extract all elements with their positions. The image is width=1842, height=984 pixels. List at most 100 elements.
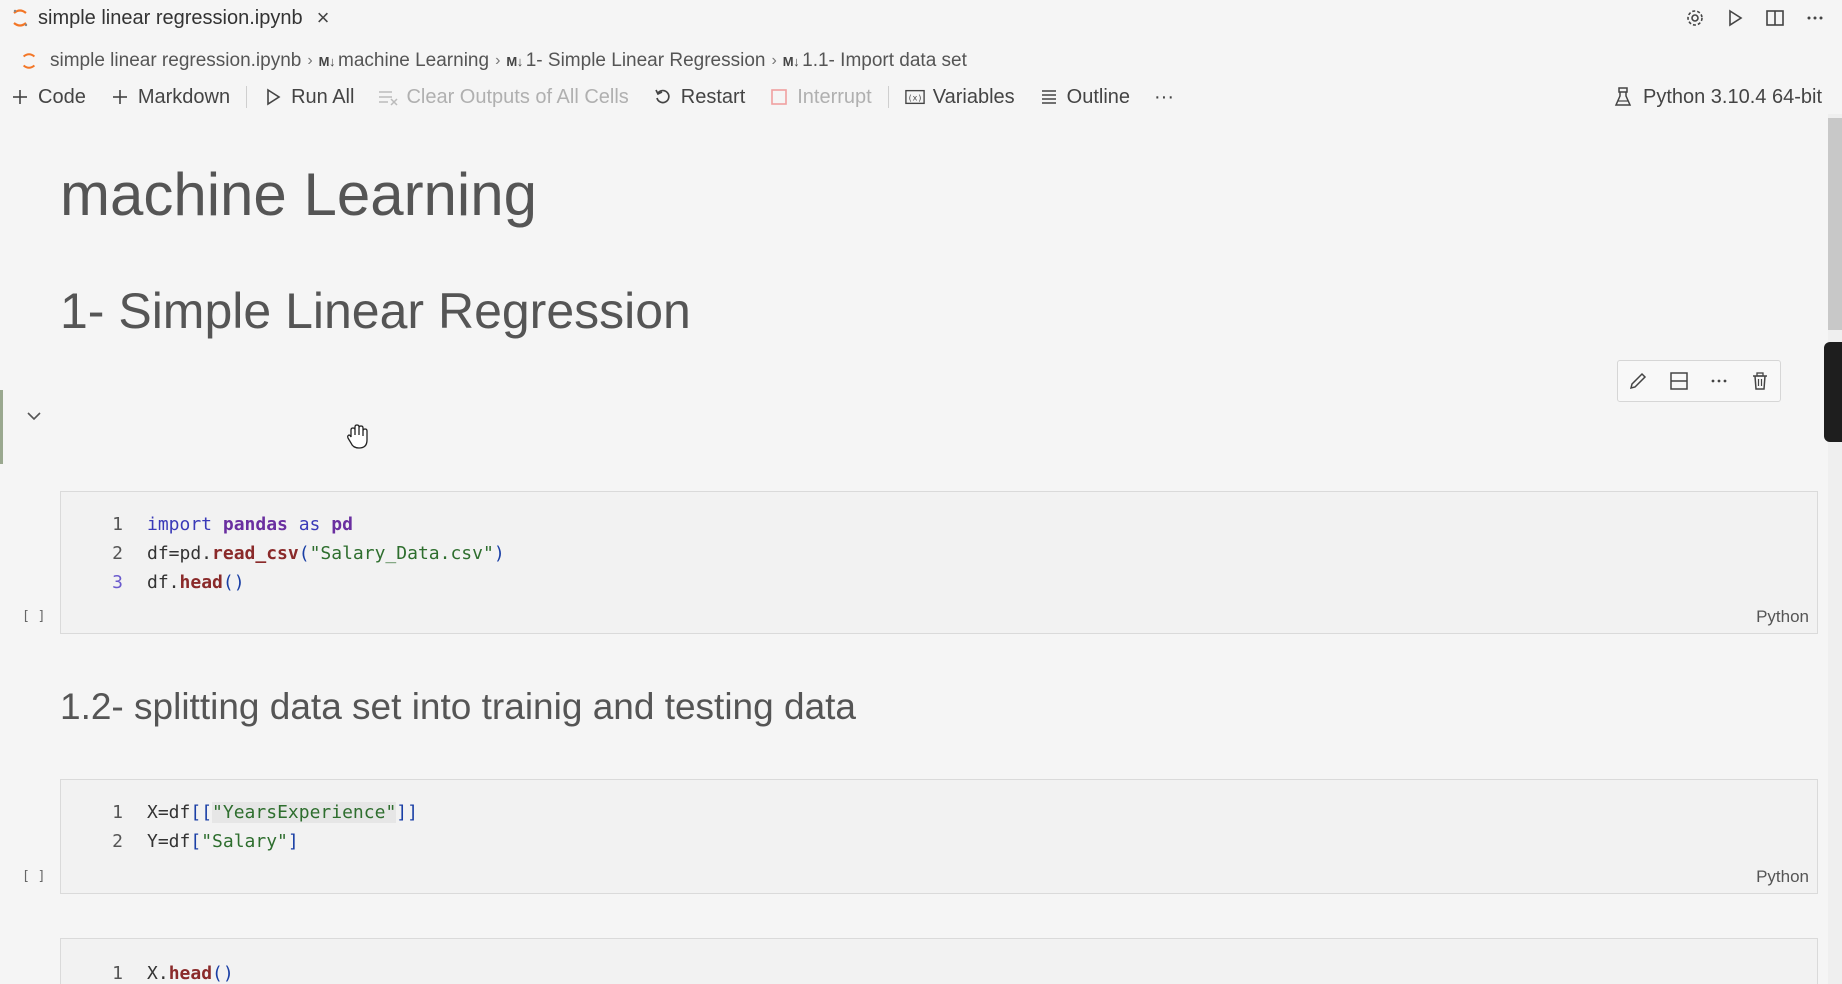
code-cell-split[interactable]: 1 X=df[["YearsExperience"]] 2 Y=df["Salary"… [60, 779, 1818, 894]
tab-simple-linear-regression[interactable]: simple linear regression.ipynb × [0, 0, 341, 36]
overview-ruler-marker [1824, 342, 1842, 442]
scrollbar-thumb[interactable] [1828, 118, 1842, 330]
code-line[interactable]: 2 Y=df["Salary"] [61, 827, 1817, 856]
breadcrumb-item-simple-linear-regression[interactable]: M↓ 1- Simple Linear Regression [506, 50, 765, 72]
breadcrumb-file[interactable]: simple linear regression.ipynb [50, 50, 301, 72]
code-editor[interactable]: 1 import pandas as pd 2 df=pd.read_csv("Sal… [61, 492, 1817, 597]
code-line[interactable]: 1 X.head() [61, 959, 1817, 984]
code-line[interactable]: 1 X=df[["YearsExperience"]] [61, 798, 1817, 827]
line-number: 1 [112, 802, 123, 823]
more-icon[interactable] [1802, 5, 1828, 31]
hand-cursor-icon [347, 424, 368, 449]
restart-icon [653, 87, 673, 107]
code-token: [[ [190, 802, 213, 823]
interrupt-label: Interrupt [797, 85, 872, 108]
kernel-picker[interactable]: Python 3.10.4 64-bit [1613, 82, 1822, 112]
variables-icon: (x) [904, 87, 925, 107]
chevron-right-icon: › [307, 52, 313, 69]
variables-button[interactable]: (x) Variables [904, 85, 1015, 109]
execution-count[interactable]: [ ] [22, 609, 45, 624]
markdown-icon: M↓ [506, 53, 523, 69]
list-icon [1039, 87, 1059, 107]
code-cell-import[interactable]: 1 import pandas as pd 2 df=pd.read_csv("Sal… [60, 491, 1818, 634]
execution-count[interactable]: [ ] [22, 869, 45, 884]
run-all-button[interactable]: Run All [263, 86, 354, 109]
code-token: [ [190, 831, 202, 852]
notebook-toolbar: Code Markdown Run All Clear Outputs of A… [0, 82, 1842, 112]
toolbar-divider [246, 86, 248, 108]
code-token: "Salary" [201, 831, 288, 852]
code-token: "YearsExperience" [212, 802, 397, 823]
line-number: 1 [112, 963, 123, 984]
code-editor[interactable]: 1 X=df[["YearsExperience"]] 2 Y=df["Salary"… [61, 780, 1817, 856]
run-all-icon [263, 87, 283, 107]
tab-bar: simple linear regression.ipynb × [0, 0, 1842, 36]
markdown-icon: M↓ [782, 53, 800, 69]
line-number: 3 [112, 572, 123, 593]
split-editor-icon[interactable] [1762, 5, 1788, 31]
code-text: df.head() [147, 572, 245, 593]
code-cell-head[interactable]: 1 X.head() [60, 938, 1818, 984]
code-token: X=df [147, 802, 191, 823]
jupyter-icon [13, 9, 28, 27]
more-actions-button[interactable]: ··· [1154, 86, 1174, 109]
add-markdown-cell-button[interactable]: Markdown [110, 86, 230, 109]
code-line[interactable]: 1 import pandas as pd [61, 510, 1817, 539]
cell-language-label[interactable]: Python [1756, 607, 1809, 627]
code-token: df=pd. [147, 543, 213, 564]
code-label: Code [38, 85, 86, 108]
heading-simple-linear-regression: 1- Simple Linear Regression [60, 283, 691, 339]
code-token: ) [493, 543, 505, 564]
chevron-down-icon[interactable] [24, 406, 44, 426]
more-icon: ··· [1154, 85, 1174, 108]
notebook-editor: simple linear regression.ipynb × simple … [0, 0, 1842, 984]
clear-all-icon [378, 87, 398, 107]
line-number: 2 [112, 831, 123, 852]
cell-language-label[interactable]: Python [1756, 867, 1809, 887]
split-cell-icon[interactable] [1667, 369, 1691, 393]
outline-button[interactable]: Outline [1039, 86, 1130, 109]
code-token: "Salary_Data.csv" [309, 543, 494, 564]
code-line[interactable]: 3 df.head() [61, 568, 1817, 597]
chevron-right-icon: › [495, 52, 501, 69]
breadcrumb-label: 1- Simple Linear Regression [525, 50, 766, 71]
code-text: import pandas as pd [147, 514, 353, 535]
code-token: Y=df [147, 831, 191, 852]
code-editor[interactable]: 1 X.head() [61, 939, 1817, 984]
run-icon[interactable] [1722, 5, 1748, 31]
settings-gear-icon[interactable] [1682, 5, 1708, 31]
markdown-icon: M↓ [318, 53, 336, 69]
clear-outputs-button[interactable]: Clear Outputs of All Cells [378, 86, 629, 109]
code-token: X. [147, 963, 169, 984]
delete-icon[interactable] [1748, 369, 1772, 393]
breadcrumb: simple linear regression.ipynb › M↓ mach… [0, 46, 967, 76]
breadcrumb-item-import-data-set[interactable]: M↓ 1.1- Import data set [783, 50, 967, 72]
code-token: head [168, 963, 213, 984]
code-text: Y=df["Salary"] [147, 831, 299, 852]
svg-text:(x): (x) [907, 93, 922, 103]
code-token: as [298, 514, 332, 535]
code-token: df. [147, 572, 180, 593]
code-text: df=pd.read_csv("Salary_Data.csv") [147, 543, 505, 564]
add-code-cell-button[interactable]: Code [10, 86, 86, 109]
line-number: 2 [112, 543, 123, 564]
restart-label: Restart [680, 85, 746, 108]
interrupt-button[interactable]: Interrupt [769, 85, 872, 109]
code-token: head [179, 572, 223, 593]
code-token: read_csv [212, 543, 299, 564]
variables-label: Variables [932, 85, 1015, 108]
markdown-label: Markdown [137, 85, 231, 108]
code-line[interactable]: 2 df=pd.read_csv("Salary_Data.csv") [61, 539, 1817, 568]
edit-icon[interactable] [1626, 369, 1650, 393]
outline-label: Outline [1066, 85, 1131, 108]
plus-icon [110, 87, 130, 107]
cell-toolbar [1617, 360, 1781, 402]
close-icon[interactable]: × [317, 7, 330, 29]
more-icon[interactable] [1707, 369, 1731, 393]
breadcrumb-item-machine-learning[interactable]: M↓ machine Learning [319, 50, 489, 72]
jupyter-icon [22, 53, 36, 69]
stop-icon [769, 87, 789, 107]
kernel-flask-icon [1613, 87, 1633, 107]
code-token: pd [331, 514, 353, 535]
restart-button[interactable]: Restart [653, 86, 745, 109]
